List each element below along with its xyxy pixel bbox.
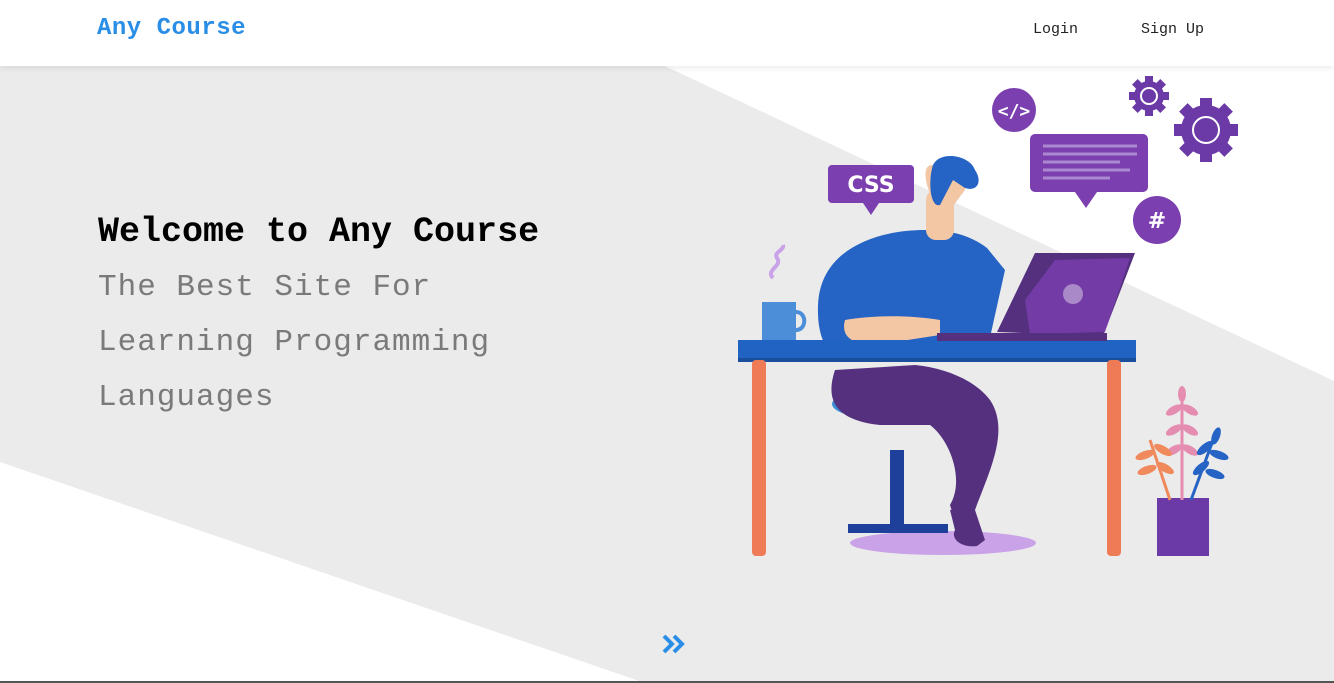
floor-shadow xyxy=(850,531,1036,555)
svg-text:#: # xyxy=(1148,209,1166,234)
hash-icon: # xyxy=(1133,196,1181,244)
brand-logo-link[interactable]: Any Course xyxy=(97,15,246,42)
hero-subtitle-line-1: The Best Site For xyxy=(98,270,432,305)
css-badge-icon: CSS xyxy=(828,165,914,215)
svg-text:</>: </> xyxy=(998,101,1031,122)
navbar: Any Course Login Sign Up xyxy=(0,0,1334,66)
chat-bubble-icon xyxy=(1030,134,1148,208)
programmer-illustration: </> # CSS xyxy=(738,76,1238,556)
small-gear-icon xyxy=(1129,76,1169,116)
plant-icon xyxy=(1135,386,1229,556)
code-icon: </> xyxy=(992,88,1036,132)
hero-title: Welcome to Any Course xyxy=(98,212,540,252)
large-gear-icon xyxy=(1174,98,1238,162)
signup-link[interactable]: Sign Up xyxy=(1141,21,1204,38)
hero-subtitle-line-2: Learning Programming xyxy=(98,325,491,360)
svg-text:CSS: CSS xyxy=(847,173,894,198)
login-link[interactable]: Login xyxy=(1033,21,1078,38)
coffee-mug-icon xyxy=(762,244,807,340)
double-chevron-right-icon[interactable] xyxy=(660,632,690,656)
hero-subtitle-line-3: Languages xyxy=(98,380,275,415)
